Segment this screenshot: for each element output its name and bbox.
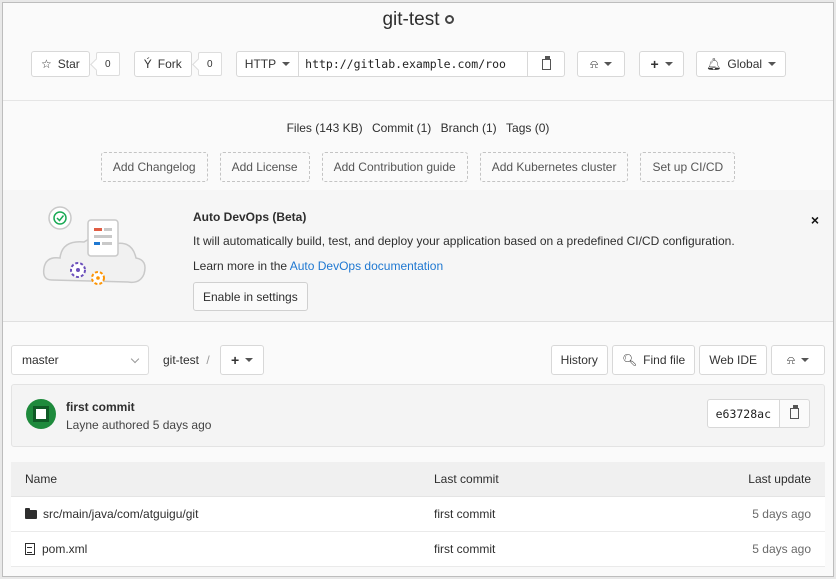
download-dropdown[interactable]: ⍾ (771, 345, 825, 375)
header-name: Name (25, 472, 58, 486)
plus-icon: + (231, 352, 240, 368)
quick-links: Add Changelog Add License Add Contributi… (3, 152, 833, 182)
fork-icon: Ý (143, 57, 152, 71)
last-commit-box: first commit Layne authored 5 days ago e… (11, 384, 825, 447)
divider (3, 100, 833, 101)
breadcrumb-separator: / (206, 353, 210, 367)
commit-sha[interactable]: e63728ac (706, 399, 780, 428)
project-page: git-test ☆ Star 0 Ý Fork 0 HTTP http://g… (2, 2, 834, 577)
notification-label: Global (727, 57, 763, 71)
project-stats: Files (143 KB) Commit (1) Branch (1) Tag… (3, 121, 833, 135)
caret-down-icon (245, 358, 254, 362)
plus-icon: + (650, 56, 659, 72)
fork-count[interactable]: 0 (197, 52, 222, 76)
star-button[interactable]: ☆ Star (31, 51, 90, 77)
clipboard-icon (541, 55, 551, 70)
find-file-button[interactable]: 🔍︎ Find file (611, 345, 696, 375)
devops-illustration-icon (42, 206, 146, 285)
project-header: git-test (3, 3, 833, 37)
clone-url-input[interactable]: http://gitlab.example.com/roo (299, 51, 528, 77)
caret-down-icon (800, 358, 809, 362)
fork-label: Fork (157, 57, 182, 71)
new-dropdown[interactable]: + (639, 51, 685, 77)
file-tree-table: Name Last commit Last update src/main/ja… (11, 462, 825, 567)
setup-cicd-button[interactable]: Set up CI/CD (640, 152, 736, 182)
auto-devops-banner: Auto DevOps (Beta) It will automatically… (3, 190, 833, 321)
caret-down-icon (604, 62, 613, 66)
row-name-cell: src/main/java/com/atguigu/git (25, 507, 434, 521)
add-license-button[interactable]: Add License (219, 152, 310, 182)
breadcrumb: git-test / (163, 353, 210, 367)
branch-name: master (22, 353, 59, 367)
commit-sha-group: e63728ac (706, 399, 810, 428)
copy-url-button[interactable] (527, 51, 566, 77)
copy-sha-button[interactable] (780, 399, 810, 428)
devops-docs-link[interactable]: Auto DevOps documentation (290, 259, 443, 273)
chevron-down-icon (130, 354, 140, 363)
add-contribution-guide-button[interactable]: Add Contribution guide (321, 152, 468, 182)
star-count[interactable]: 0 (95, 52, 120, 76)
file-icon (25, 543, 35, 555)
download-icon: ⍾ (787, 352, 795, 367)
files-stat[interactable]: Files (143 KB) (287, 121, 363, 135)
clone-protocol-label: HTTP (244, 57, 277, 71)
commits-stat[interactable]: Commit (1) (372, 121, 431, 135)
header-last-commit: Last commit (434, 472, 499, 486)
learn-more-text: Learn more in the (193, 259, 288, 273)
globe-icon (444, 15, 454, 25)
branch-select[interactable]: master (11, 345, 149, 375)
caret-down-icon (664, 62, 673, 66)
download-icon: ⍾ (590, 56, 599, 71)
table-header: Name Last commit Last update (11, 462, 825, 497)
row-updated: 5 days ago (752, 507, 811, 521)
history-button[interactable]: History (550, 345, 608, 375)
web-ide-button[interactable]: Web IDE (699, 345, 767, 375)
tree-actions: History 🔍︎ Find file Web IDE ⍾ (550, 345, 825, 375)
folder-link[interactable]: src/main/java/com/atguigu/git (43, 507, 198, 521)
search-icon: 🔍︎ (621, 353, 638, 367)
add-kubernetes-cluster-button[interactable]: Add Kubernetes cluster (479, 152, 629, 182)
clone-protocol-dropdown[interactable]: HTTP (235, 51, 300, 77)
branches-stat[interactable]: Branch (1) (441, 121, 497, 135)
commit-title[interactable]: first commit (66, 400, 135, 414)
project-controls: ☆ Star 0 Ý Fork 0 HTTP http://gitlab.exa… (31, 51, 787, 77)
row-commit[interactable]: first commit (434, 542, 661, 556)
find-file-label: Find file (643, 353, 686, 367)
avatar[interactable] (26, 399, 56, 429)
table-row[interactable]: src/main/java/com/atguigu/git first comm… (11, 497, 825, 532)
devops-description: It will automatically build, test, and d… (193, 234, 735, 248)
tree-controls: master git-test / + History 🔍︎ Find file… (11, 345, 825, 375)
header-last-update: Last update (748, 472, 811, 486)
folder-icon (25, 507, 37, 519)
commit-meta: Layne authored 5 days ago (66, 418, 212, 432)
devops-learn-more: Learn more in the Auto DevOps documentat… (193, 259, 735, 273)
clipboard-icon (790, 405, 799, 419)
file-link[interactable]: pom.xml (42, 542, 87, 556)
close-icon[interactable]: × (811, 212, 819, 228)
row-updated: 5 days ago (752, 542, 811, 556)
row-commit[interactable]: first commit (434, 507, 661, 521)
caret-down-icon (768, 62, 777, 66)
project-title: git-test (382, 9, 440, 30)
caret-down-icon (282, 62, 291, 66)
table-row[interactable]: pom.xml first commit 5 days ago (11, 532, 825, 567)
divider (3, 321, 833, 322)
enable-in-settings-button[interactable]: Enable in settings (193, 282, 308, 311)
devops-title: Auto DevOps (Beta) (193, 210, 307, 224)
fork-button[interactable]: Ý Fork (133, 51, 192, 77)
tags-stat[interactable]: Tags (0) (506, 121, 549, 135)
clone-group: HTTP http://gitlab.example.com/roo (235, 51, 566, 77)
star-label: Star (57, 57, 80, 71)
breadcrumb-project[interactable]: git-test (163, 353, 199, 367)
devops-content: Auto DevOps (Beta) It will automatically… (193, 210, 735, 311)
bell-icon: 🔔︎ (706, 57, 722, 71)
star-icon: ☆ (41, 57, 52, 71)
add-changelog-button[interactable]: Add Changelog (100, 152, 208, 182)
add-to-tree-dropdown[interactable]: + (220, 345, 265, 375)
row-name-cell: pom.xml (25, 542, 434, 556)
notification-dropdown[interactable]: 🔔︎ Global (696, 51, 787, 77)
download-dropdown[interactable]: ⍾ (577, 51, 626, 77)
